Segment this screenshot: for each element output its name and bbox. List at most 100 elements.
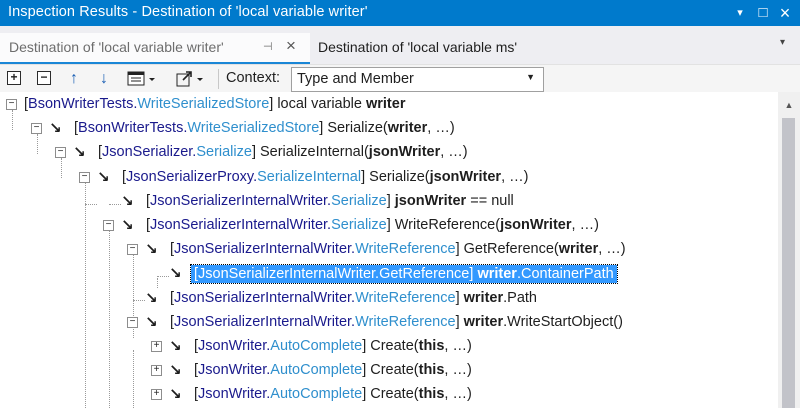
vertical-scrollbar[interactable]: ▲	[778, 92, 800, 408]
window-title: Inspection Results - Destination of 'loc…	[8, 4, 368, 20]
node-label: [JsonWriter.AutoComplete] Create(this, ……	[194, 362, 472, 378]
node-label: [JsonSerializerInternalWriter.Serialize]…	[146, 193, 514, 209]
collapse-node-icon[interactable]: −	[103, 220, 114, 231]
code-text: ] Serialize(	[361, 168, 430, 185]
type-name: JsonSerializerInternalWriter.	[198, 266, 380, 283]
code-text: ]	[386, 192, 395, 209]
node-label: [JsonSerializerInternalWriter.WriteRefer…	[170, 314, 623, 330]
node-label: [BsonWriterTests.WriteSerializedStore] l…	[24, 96, 405, 112]
value-flow-arrow-icon: ↘	[73, 144, 86, 162]
value-flow-arrow-icon: ↘	[169, 362, 182, 380]
code-text: , …)	[427, 120, 455, 137]
tree-row[interactable]: − [BsonWriterTests.WriteSerializedStore] …	[0, 93, 778, 117]
code-text: .ContainerPath	[516, 266, 614, 283]
value-flow-arrow-icon: ↘	[145, 313, 158, 331]
expand-node-icon[interactable]: +	[151, 341, 162, 352]
node-label: [JsonWriter.AutoComplete] Create(this, ……	[194, 386, 472, 402]
toolbar: + − ↑ ↓ Context: Type and Member ▼	[0, 64, 800, 92]
value-flow-arrow-icon: ↘	[49, 120, 62, 138]
tree-row[interactable]: − ↘ [BsonWriterTests.WriteSerializedStore]…	[0, 117, 778, 141]
collapse-node-icon[interactable]: −	[79, 171, 90, 183]
code-text: , …)	[444, 386, 472, 403]
previous-occurrence-icon[interactable]: ↑	[66, 70, 82, 88]
node-label: [JsonSerializerProxy.SerializeInternal] …	[122, 169, 528, 185]
type-name: BsonWriterTests.	[28, 96, 138, 112]
variable-name: writer	[463, 313, 504, 330]
tab-destination-writer[interactable]: Destination of 'local variable writer' ⊣…	[0, 33, 310, 64]
code-text: == null	[466, 192, 514, 209]
expand-node-icon[interactable]: +	[151, 389, 162, 401]
node-label: [BsonWriterTests.WriteSerializedStore] S…	[74, 120, 455, 136]
variable-name: writer	[463, 289, 504, 306]
context-label: Context:	[226, 70, 280, 86]
close-window-icon[interactable]: ×	[775, 3, 795, 23]
window-dropdown-icon[interactable]: ▾	[730, 3, 750, 23]
code-text: , …)	[444, 338, 472, 354]
context-select-value: Type and Member	[297, 71, 414, 87]
member-name: AutoComplete	[270, 386, 363, 403]
tab-destination-ms[interactable]: Destination of 'local variable ms'	[310, 33, 570, 64]
type-name: JsonSerializerInternalWriter.	[150, 217, 332, 233]
pin-icon[interactable]: ⊣	[263, 40, 277, 54]
collapse-node-icon[interactable]: −	[55, 147, 66, 159]
context-select[interactable]: Type and Member ▼	[291, 67, 544, 92]
code-text: , …)	[501, 168, 529, 185]
tree-row[interactable]: − ↘ [JsonSerializerInternalWriter.Serializ…	[0, 214, 778, 238]
member-name: Serialize	[331, 192, 387, 209]
code-text: ] WriteReference(	[386, 217, 501, 233]
tree-row[interactable]: + ↘ [JsonWriter.AutoComplete] Create(this,…	[0, 359, 778, 383]
member-name: WriteSerializedStore	[137, 96, 270, 112]
collapse-node-icon[interactable]: −	[6, 99, 17, 110]
tree-row[interactable]: ↘ [JsonSerializerInternalWriter.WriteRefe…	[0, 287, 778, 311]
variable-name: writer	[477, 266, 517, 283]
collapse-node-icon[interactable]: −	[127, 244, 138, 256]
tree-row[interactable]: + ↘ [JsonWriter.AutoComplete] Create(this,…	[0, 383, 778, 407]
variable-name: writer	[387, 120, 428, 137]
scroll-thumb[interactable]	[782, 118, 795, 408]
code-text: ] local variable	[269, 96, 366, 112]
next-occurrence-icon[interactable]: ↓	[96, 70, 112, 88]
close-tab-icon[interactable]: ×	[286, 37, 302, 55]
tree-row[interactable]: − ↘ [JsonSerializerInternalWriter.WriteRef…	[0, 238, 778, 262]
tree-row[interactable]: − ↘ [JsonSerializerInternalWriter.WriteRef…	[0, 311, 778, 335]
node-label: [JsonSerializerInternalWriter.WriteRefer…	[170, 241, 626, 257]
type-name: JsonWriter.	[198, 386, 271, 403]
tree-row[interactable]: ↘ [JsonSerializerInternalWriter.GetRefere…	[0, 262, 778, 286]
maximize-icon[interactable]: □	[753, 3, 773, 23]
value-flow-arrow-icon: ↘	[145, 289, 158, 307]
export-dropdown-icon[interactable]	[175, 70, 211, 88]
code-text: ] SerializeInternal(	[251, 144, 369, 161]
member-name: Serialize	[196, 144, 252, 161]
tree-row[interactable]: − ↘ [JsonSerializerProxy.SerializeInternal…	[0, 166, 778, 190]
type-name: JsonSerializerInternalWriter.	[174, 289, 356, 306]
collapse-node-icon[interactable]: −	[31, 123, 42, 135]
code-text: ]	[455, 313, 464, 330]
code-text: ] Create(	[362, 362, 419, 379]
member-name: AutoComplete	[270, 338, 363, 354]
scroll-up-icon[interactable]: ▲	[783, 100, 795, 110]
expand-node-icon[interactable]: +	[151, 365, 162, 377]
type-name: JsonSerializerInternalWriter.	[174, 241, 356, 258]
code-text: ] Create(	[362, 386, 419, 403]
expand-all-icon[interactable]: +	[7, 71, 21, 85]
member-name: SerializeInternal	[257, 168, 362, 185]
window-title-bar: Inspection Results - Destination of 'loc…	[0, 0, 800, 26]
collapse-all-icon[interactable]: −	[37, 71, 51, 85]
variable-name: jsonWriter	[429, 168, 502, 185]
member-name: WriteSerializedStore	[187, 120, 320, 137]
inspection-tree[interactable]: − [BsonWriterTests.WriteSerializedStore] …	[0, 92, 778, 408]
code-text: , …)	[440, 144, 468, 161]
tree-row[interactable]: + ↘ [JsonWriter.AutoComplete] Create(this,…	[0, 335, 778, 359]
group-by-dropdown-icon[interactable]	[127, 70, 159, 88]
tab-label: Destination of 'local variable ms'	[318, 39, 518, 55]
tab-list-dropdown-icon[interactable]: ▾	[780, 38, 794, 52]
tree-row[interactable]: − ↘ [JsonSerializer.Serialize] SerializeIn…	[0, 141, 778, 165]
node-label: [JsonWriter.AutoComplete] Create(this, ……	[194, 338, 472, 354]
value-flow-arrow-icon: ↘	[121, 217, 134, 234]
collapse-node-icon[interactable]: −	[127, 316, 138, 328]
variable-name: writer	[365, 96, 406, 112]
value-flow-arrow-icon: ↘	[145, 241, 158, 259]
member-name: GetReference	[379, 266, 470, 283]
code-text: .Path	[503, 289, 537, 306]
tree-row[interactable]: ↘ [JsonSerializerInternalWriter.Serialize…	[0, 190, 778, 214]
